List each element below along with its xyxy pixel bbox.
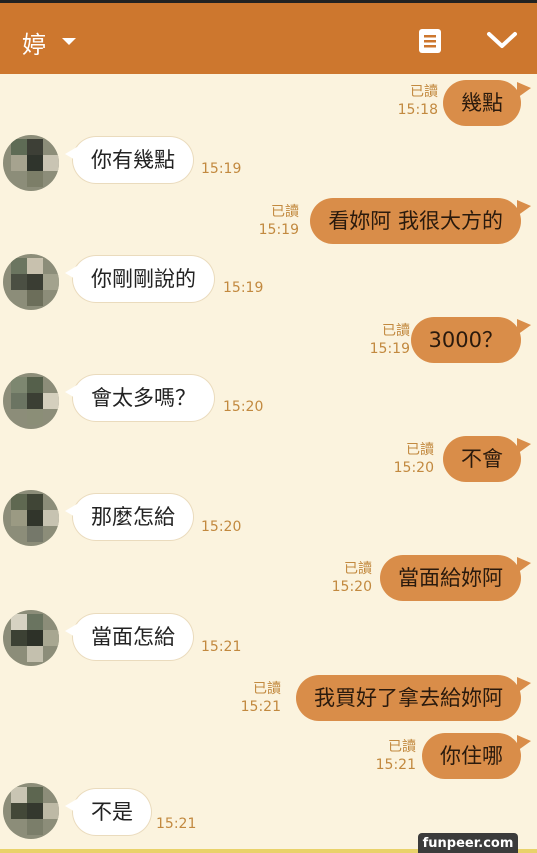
message-time: 15:19	[201, 161, 242, 177]
avatar[interactable]	[3, 135, 59, 191]
message-bubble[interactable]: 你住哪	[422, 733, 531, 779]
message-time: 15:20	[223, 399, 264, 415]
message-time: 15:20	[331, 579, 372, 595]
message-bubble[interactable]: 不是	[65, 789, 151, 835]
message-bubble[interactable]: 當面怎給	[65, 614, 193, 660]
read-receipt: 已讀	[344, 561, 372, 577]
message-bubble[interactable]: 看妳阿 我很大方的	[310, 198, 531, 244]
message-time: 15:21	[156, 816, 197, 832]
message-time: 15:20	[393, 460, 434, 476]
message-bubble[interactable]: 不會	[443, 436, 531, 482]
avatar[interactable]	[3, 490, 59, 546]
avatar[interactable]	[3, 610, 59, 666]
message-bubble[interactable]: 幾點	[443, 80, 531, 126]
contact-name[interactable]: 婷	[22, 25, 46, 60]
read-receipt: 已讀	[406, 442, 434, 458]
message-time: 15:19	[369, 341, 410, 357]
watermark: funpeer.com	[418, 833, 518, 853]
message-time: 15:19	[223, 280, 264, 296]
avatar[interactable]	[3, 254, 59, 310]
avatar[interactable]	[3, 783, 59, 839]
message-list[interactable]: 已讀 15:18 幾點 你有幾點 15:19 已讀 15:19 看妳阿 我很大方…	[0, 74, 537, 853]
read-receipt: 已讀	[253, 681, 281, 697]
message-bubble[interactable]: 會太多嗎？	[65, 375, 214, 421]
message-time: 15:18	[397, 102, 438, 118]
message-time: 15:21	[201, 639, 242, 655]
chevron-down-icon[interactable]	[486, 29, 518, 51]
message-bubble[interactable]: 我買好了拿去給妳阿	[296, 675, 531, 721]
message-time: 15:21	[375, 757, 416, 773]
message-time: 15:21	[240, 699, 281, 715]
message-time: 15:20	[201, 519, 242, 535]
chat-header: 婷	[0, 0, 537, 74]
avatar[interactable]	[3, 373, 59, 429]
read-receipt: 已讀	[388, 739, 416, 755]
message-bubble[interactable]: 你有幾點	[65, 137, 193, 183]
message-bubble[interactable]: 3000？	[410, 317, 532, 363]
read-receipt: 已讀	[271, 204, 299, 220]
message-bubble[interactable]: 那麼怎給	[65, 494, 193, 540]
message-time: 15:19	[258, 222, 299, 238]
read-receipt: 已讀	[410, 84, 438, 100]
dropdown-caret-icon[interactable]	[62, 38, 76, 45]
note-icon[interactable]	[418, 28, 442, 54]
read-receipt: 已讀	[382, 323, 410, 339]
message-bubble[interactable]: 當面給妳阿	[380, 555, 531, 601]
message-bubble[interactable]: 你剛剛說的	[65, 256, 214, 302]
